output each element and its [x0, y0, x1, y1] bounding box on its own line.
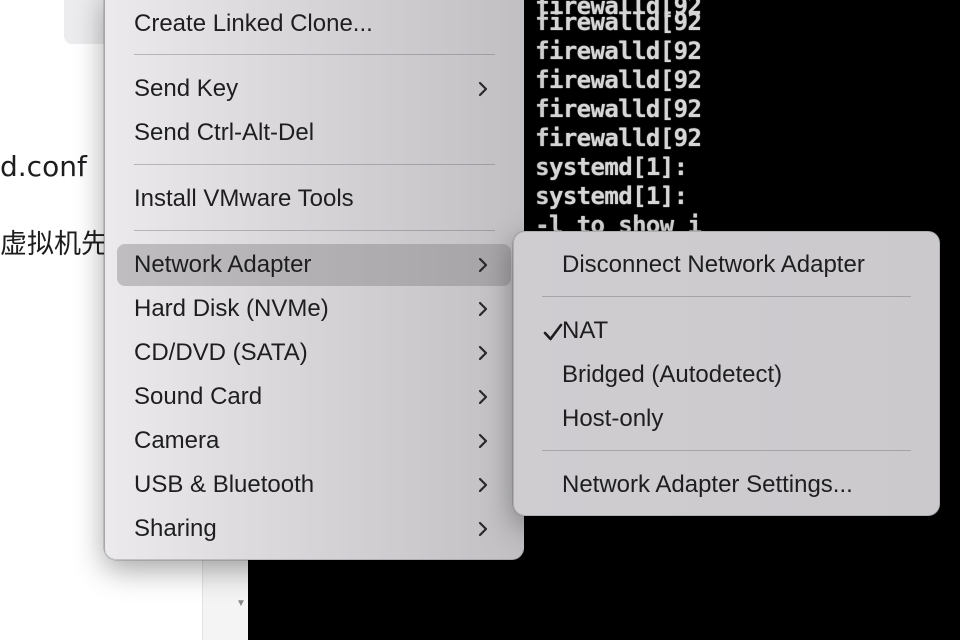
menu-item-usb-bluetooth[interactable]: USB & Bluetooth [117, 464, 511, 506]
menu-item-send-ctrl-alt-del[interactable]: Send Ctrl-Alt-Del [117, 112, 511, 154]
chevron-right-icon [478, 81, 488, 97]
document-card [64, 0, 108, 44]
menu-separator [134, 230, 495, 231]
document-text-line: 虚拟机先 [0, 229, 108, 260]
menu-item-hard-disk[interactable]: Hard Disk (NVMe) [117, 288, 511, 330]
chevron-right-icon [478, 477, 488, 493]
menu-item-sharing[interactable]: Sharing [117, 508, 511, 550]
chevron-right-icon [478, 345, 488, 361]
checkmark-icon [543, 323, 563, 341]
menu-separator [542, 450, 911, 451]
menu-separator [134, 54, 495, 55]
submenu-item-disconnect[interactable]: Disconnect Network Adapter [526, 244, 927, 286]
network-adapter-submenu: Disconnect Network Adapter NAT Bridged (… [513, 231, 940, 516]
scroll-down-arrow-icon[interactable]: ▼ [236, 598, 246, 609]
submenu-item-nat[interactable]: NAT [526, 310, 927, 352]
menu-item-send-key[interactable]: Send Key [117, 68, 511, 110]
chevron-right-icon [478, 389, 488, 405]
submenu-item-network-adapter-settings[interactable]: Network Adapter Settings... [526, 464, 927, 506]
submenu-item-host-only[interactable]: Host-only [526, 398, 927, 440]
menu-separator [134, 164, 495, 165]
menu-separator [542, 296, 911, 297]
menu-item-sound-card[interactable]: Sound Card [117, 376, 511, 418]
submenu-item-bridged[interactable]: Bridged (Autodetect) [526, 354, 927, 396]
chevron-right-icon [478, 257, 488, 273]
virtual-machine-context-menu: Create Linked Clone... Send Key Send Ctr… [104, 0, 524, 560]
menu-item-network-adapter[interactable]: Network Adapter [117, 244, 511, 286]
menu-item-install-vmware-tools[interactable]: Install VMware Tools [117, 178, 511, 220]
menu-item-create-linked-clone[interactable]: Create Linked Clone... [117, 3, 511, 45]
chevron-right-icon [478, 301, 488, 317]
chevron-right-icon [478, 433, 488, 449]
menu-item-cd-dvd[interactable]: CD/DVD (SATA) [117, 332, 511, 374]
menu-item-camera[interactable]: Camera [117, 420, 511, 462]
chevron-right-icon [478, 521, 488, 537]
document-text-line: d.conf [0, 150, 87, 183]
